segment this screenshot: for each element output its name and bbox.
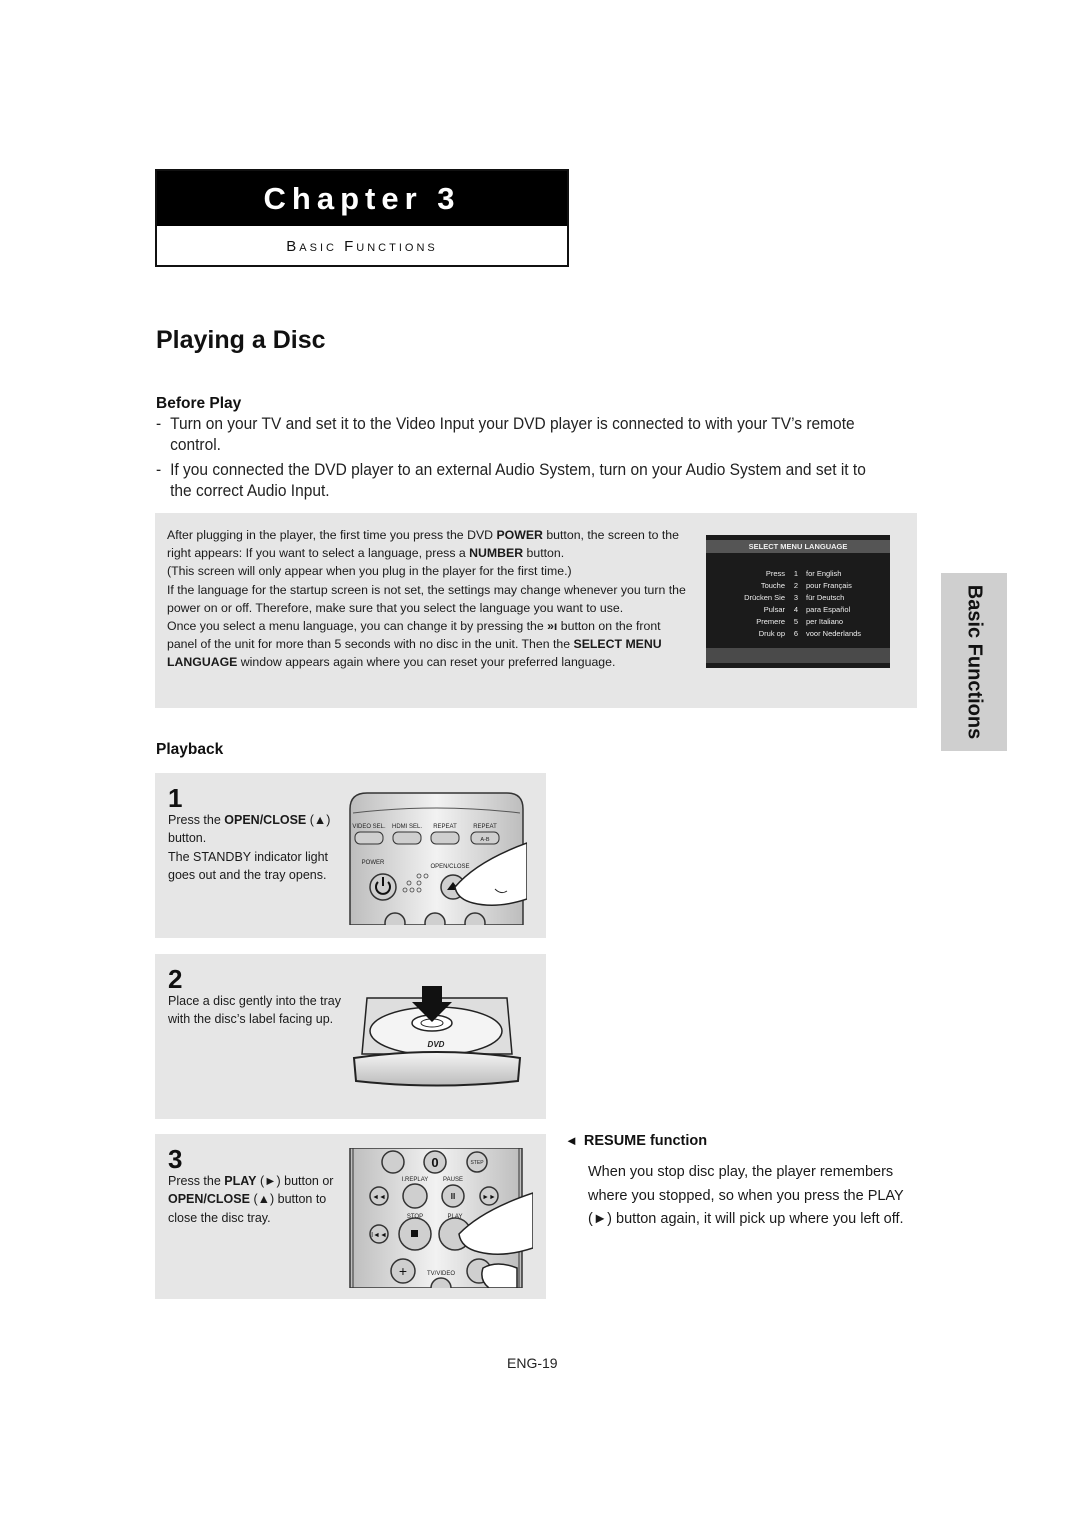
chapter-subtitle: Basic Functions [286, 238, 438, 255]
svg-text:OPEN/CLOSE: OPEN/CLOSE [430, 864, 469, 870]
step-number: 3 [168, 1144, 183, 1174]
svg-text:REPEAT: REPEAT [473, 824, 497, 830]
left-arrow-icon: ◄ [565, 1133, 578, 1148]
side-tab: Basic Functions [941, 573, 1007, 751]
svg-text:POWER: POWER [362, 860, 385, 866]
step-text: Press the PLAY (►) button or OPEN/CLOSE … [168, 1172, 343, 1227]
text: (►) button or [256, 1174, 334, 1188]
resume-heading: ◄ RESUME function [565, 1133, 707, 1149]
text: Once you select a menu language, you can… [167, 619, 548, 634]
svg-text:A-B: A-B [480, 837, 490, 843]
language-option: Pulsar 4 para Español [706, 604, 890, 616]
info-text: After plugging in the player, the first … [167, 526, 687, 672]
power-keyword: POWER [496, 528, 543, 542]
svg-text:◄◄: ◄◄ [372, 1194, 386, 1201]
before-play-heading: Before Play [156, 395, 242, 412]
svg-text:TV/VIDEO: TV/VIDEO [427, 1271, 455, 1277]
language-name: pour Français [806, 581, 852, 590]
text: After plugging in the player, the first … [167, 528, 497, 542]
svg-text:0: 0 [431, 1155, 438, 1170]
language-option: Drücken Sie 3 für Deutsch [706, 592, 890, 604]
step-3: 3 Press the PLAY (►) button or OPEN/CLOS… [155, 1134, 546, 1299]
svg-text:REPEAT: REPEAT [433, 824, 457, 830]
step-1: 1 Press the OPEN/CLOSE (▲) button. The ST… [155, 773, 546, 938]
disc-tray-illustration: DVD [352, 986, 522, 1087]
remote-open-close-illustration: VIDEO SEL. HDMI SEL. REPEAT REPEAT POWER OPE… [349, 792, 527, 925]
chapter-banner: Chapter 3 Basic Functions [155, 169, 569, 267]
info-paragraph: Once you select a menu language, you can… [167, 617, 687, 672]
bullet-marker: - [156, 461, 162, 479]
skip-forward-icon: »ı [547, 619, 558, 634]
language-number: 5 [793, 617, 799, 626]
resume-text: When you stop disc play, the player reme… [588, 1164, 904, 1227]
step-2: 2 Place a disc gently into the tray with… [155, 954, 546, 1119]
text: Press the [168, 1174, 225, 1188]
language-number: 6 [793, 629, 799, 638]
language-prompt: Drücken Sie [744, 593, 785, 602]
bullet-item: - If you connected the DVD player to an … [156, 460, 870, 502]
info-box: After plugging in the player, the first … [155, 513, 917, 708]
svg-text:I◄◄: I◄◄ [371, 1232, 387, 1239]
step-text: Press the OPEN/CLOSE (▲) button. The STAN… [168, 811, 343, 884]
language-option: Press 1 for English [706, 568, 890, 580]
resume-heading-text: RESUME function [583, 1133, 708, 1149]
language-name: für Deutsch [806, 593, 845, 602]
svg-text:HDMI SEL.: HDMI SEL. [392, 824, 422, 830]
svg-text:PLAY: PLAY [448, 1214, 463, 1220]
svg-text:PAUSE: PAUSE [443, 1177, 463, 1183]
language-prompt: Press [765, 569, 785, 578]
dvd-logo: DVD [428, 1040, 445, 1049]
number-keyword: NUMBER [469, 546, 524, 561]
language-name: para Español [806, 605, 851, 614]
step-number: 1 [168, 783, 183, 813]
language-number: 3 [793, 593, 799, 602]
bullet-text: If you connected the DVD player to an ex… [170, 461, 866, 500]
page-title: Playing a Disc [156, 326, 326, 354]
language-prompt: Premere [756, 617, 785, 626]
page-number: ENG-19 [507, 1355, 558, 1371]
svg-text:I.REPLAY: I.REPLAY [402, 1177, 429, 1183]
language-name: per Italiano [806, 617, 844, 626]
language-name: for English [806, 569, 842, 578]
text: Press the [168, 813, 225, 827]
step-text: Place a disc gently into the tray with t… [168, 994, 342, 1027]
svg-text:VIDEO SEL.: VIDEO SEL. [352, 824, 386, 830]
bullet-marker: - [156, 415, 162, 433]
language-screen-footer [706, 648, 890, 663]
open-close-keyword: OPEN/CLOSE [168, 1192, 250, 1207]
svg-text:II: II [451, 1192, 455, 1201]
language-screen-header: SELECT MENU LANGUAGE [706, 540, 890, 553]
info-paragraph: After plugging in the player, the first … [167, 526, 687, 562]
playback-heading: Playback [156, 741, 224, 758]
language-prompt: Pulsar [763, 605, 785, 614]
text: button. [523, 546, 565, 561]
language-option: Premere 5 per Italiano [706, 616, 890, 628]
play-keyword: PLAY [224, 1174, 257, 1188]
language-number: 4 [793, 605, 799, 614]
svg-text:STEP: STEP [470, 1160, 484, 1166]
language-number: 1 [793, 569, 799, 578]
language-prompt: Touche [760, 581, 785, 590]
step-number: 2 [168, 964, 183, 994]
svg-text:+: + [399, 1263, 407, 1279]
text: The STANDBY indicator light goes out and… [168, 849, 329, 882]
bullet-text: Turn on your TV and set it to the Video … [170, 415, 855, 454]
language-select-screen: SELECT MENU LANGUAGE Press 1 for English To… [706, 535, 890, 668]
language-list: Press 1 for English Touche 2 pour Français Drü… [706, 568, 890, 640]
text: window appears again where you can reset… [237, 655, 616, 670]
language-name: voor Nederlands [806, 629, 862, 638]
language-number: 2 [793, 581, 799, 590]
open-close-keyword: OPEN/CLOSE [224, 813, 307, 827]
info-paragraph: If the language for the startup screen i… [167, 582, 686, 615]
info-paragraph: (This screen will only appear when you p… [167, 564, 572, 579]
language-option: Druk op 6 voor Nederlands [706, 628, 890, 640]
svg-text:STOP: STOP [407, 1214, 423, 1220]
language-option: Touche 2 pour Français [706, 580, 890, 592]
chapter-title: Chapter 3 [157, 171, 567, 226]
bullet-item: - Turn on your TV and set it to the Vide… [156, 414, 870, 456]
remote-play-illustration: I.REPLAY PAUSE STOP PLAY TV/VIDEO STEP 0 + II… [349, 1148, 533, 1288]
svg-text:►►: ►► [482, 1194, 496, 1201]
language-prompt: Druk op [758, 629, 785, 638]
side-tab-label: Basic Functions [963, 584, 986, 740]
